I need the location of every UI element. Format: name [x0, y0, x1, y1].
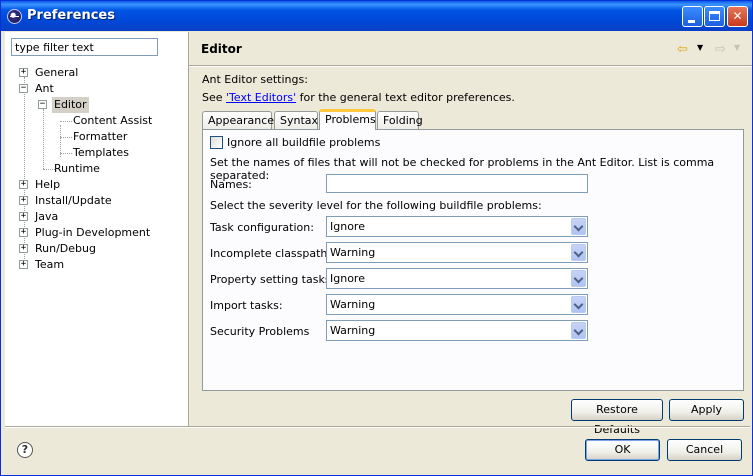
task-configuration-label: Task configuration: — [210, 221, 314, 234]
tab-syntax[interactable]: Syntax — [274, 111, 318, 130]
expand-icon[interactable]: + — [19, 180, 28, 189]
preference-tree-pane: + General − Ant − Editor Content Assist … — [5, 32, 189, 426]
import-tasks-select[interactable]: Warning — [326, 294, 588, 315]
minimize-button[interactable] — [682, 6, 703, 27]
expand-icon[interactable]: + — [19, 68, 28, 77]
severity-description: Select the severity level for the follow… — [210, 199, 542, 212]
footer-separator — [5, 426, 750, 427]
collapse-icon[interactable]: − — [38, 100, 47, 109]
back-arrow-icon[interactable]: ⇦ — [677, 42, 688, 57]
tab-problems[interactable]: Problems — [319, 109, 376, 130]
tree-line — [43, 109, 44, 169]
incomplete-classpath-select[interactable]: Warning — [326, 242, 588, 263]
security-problems-select[interactable]: Warning — [326, 320, 588, 341]
dropdown-arrow-icon[interactable] — [571, 244, 586, 261]
forward-history-dropdown-icon[interactable]: ▼ — [734, 43, 740, 52]
eclipse-icon — [7, 9, 22, 24]
close-button[interactable]: ✕ — [727, 6, 748, 27]
expand-icon[interactable]: + — [19, 212, 28, 221]
property-setting-tasks-label: Property setting tasks: — [210, 273, 335, 286]
ant-editor-settings-label: Ant Editor settings: — [202, 73, 308, 86]
maximize-button[interactable] — [704, 6, 725, 27]
tree-line — [24, 77, 25, 269]
expand-icon[interactable]: + — [19, 260, 28, 269]
security-problems-label: Security Problems — [210, 325, 310, 338]
collapse-icon[interactable]: − — [19, 84, 28, 93]
help-icon[interactable]: ? — [17, 442, 33, 458]
preferences-window: Preferences ✕ + General − Ant − Editor C… — [0, 0, 753, 476]
page-title: Editor — [201, 42, 242, 56]
ignore-all-problems-label: Ignore all buildfile problems — [227, 136, 381, 149]
text-editors-hint: See 'Text Editors' for the general text … — [202, 91, 515, 104]
text-editors-link[interactable]: 'Text Editors' — [226, 91, 296, 104]
forward-arrow-icon[interactable]: ⇨ — [715, 42, 726, 57]
names-input[interactable] — [326, 174, 588, 193]
restore-defaults-button[interactable]: Restore Defaults — [571, 399, 663, 436]
expand-icon[interactable]: + — [19, 244, 28, 253]
dropdown-arrow-icon[interactable] — [571, 270, 586, 287]
apply-button[interactable]: Apply — [669, 399, 744, 421]
header-separator — [189, 65, 752, 66]
import-tasks-label: Import tasks: — [210, 299, 283, 312]
dropdown-arrow-icon[interactable] — [571, 322, 586, 339]
ok-button[interactable]: OK — [585, 439, 660, 461]
dropdown-arrow-icon[interactable] — [571, 218, 586, 235]
expand-icon[interactable]: + — [19, 196, 28, 205]
names-label: Names: — [210, 178, 252, 191]
back-history-dropdown-icon[interactable]: ▼ — [697, 43, 703, 52]
tab-folding[interactable]: Folding — [377, 111, 423, 130]
cancel-button[interactable]: Cancel — [667, 439, 742, 461]
property-setting-tasks-select[interactable]: Ignore — [326, 268, 588, 289]
expand-icon[interactable]: + — [19, 228, 28, 237]
window-title: Preferences — [27, 8, 115, 23]
ignore-all-problems-checkbox[interactable] — [210, 136, 223, 149]
tab-appearance[interactable]: Appearance — [202, 111, 274, 130]
incomplete-classpath-label: Incomplete classpath: — [210, 247, 332, 260]
title-bar[interactable]: Preferences ✕ — [1, 1, 752, 31]
filter-input[interactable] — [11, 38, 158, 56]
dropdown-arrow-icon[interactable] — [571, 296, 586, 313]
task-configuration-select[interactable]: Ignore — [326, 216, 588, 237]
